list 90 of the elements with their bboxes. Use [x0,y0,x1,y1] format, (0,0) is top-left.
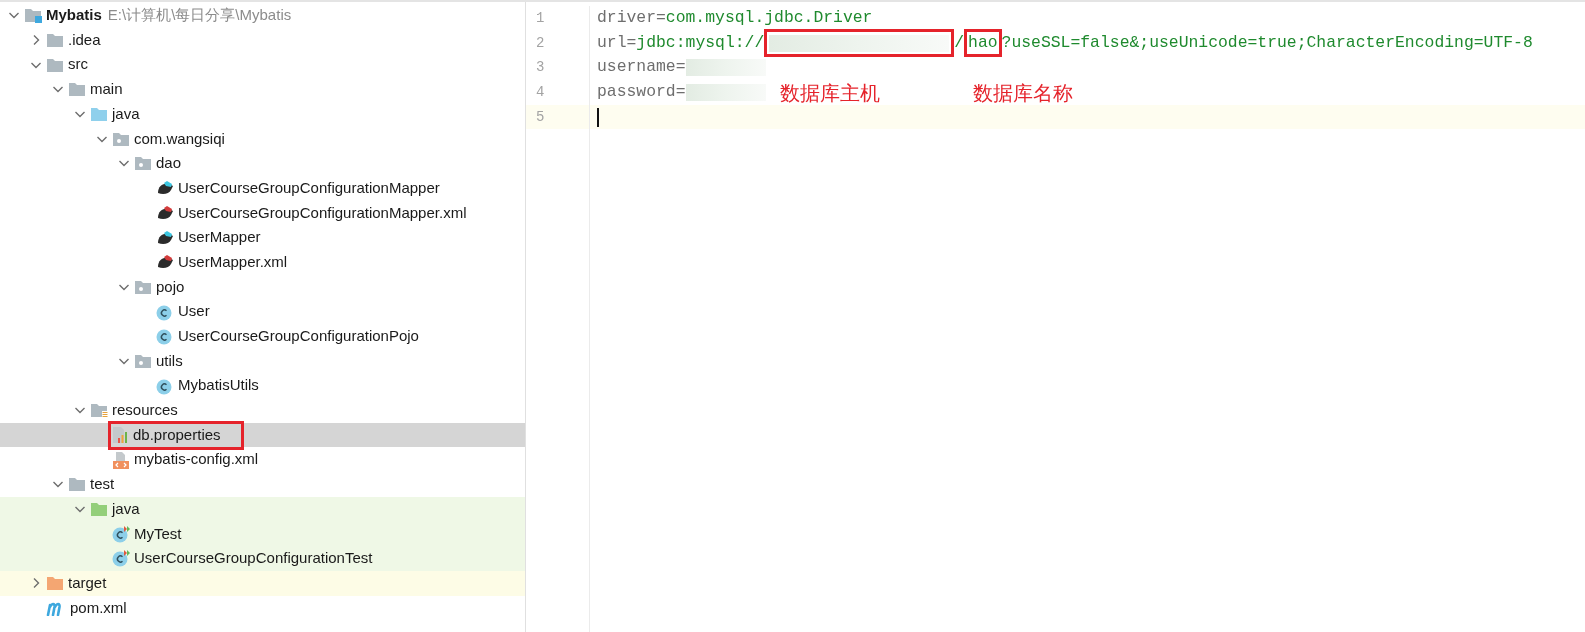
package-icon [134,352,152,369]
tree-item-label: MyTest [134,523,182,544]
tree-item-label: UserMapper [178,227,261,248]
folder-icon [68,81,86,98]
tree-item-label: resources [112,400,178,421]
annotation-label: 数据库主机 [780,81,880,106]
tree-item-label: utils [156,350,183,371]
bird-icon [156,229,174,246]
tree-item-label: UserCourseGroupConfigurationTest [134,548,373,569]
tree-item[interactable]: java [0,101,525,127]
tree-item-label: MybatisUtils [178,375,259,396]
tree-item[interactable]: .idea [0,27,525,53]
tree-item-label: test [90,474,115,495]
class-icon [112,524,130,543]
tree-item-label: UserCourseGroupConfigurationMapper [178,177,440,198]
tree-item[interactable]: dao [0,151,525,176]
tree-item[interactable]: UserCourseGroupConfigurationMapper [0,175,525,201]
tree-item[interactable]: pom.xml [0,595,525,621]
tree-item-label: UserMapper.xml [178,251,288,272]
project-path: E:\计算机\每日分享\Mybatis [107,5,292,26]
source-folder-icon [90,106,108,123]
line-number: 3 [536,58,545,78]
annotation-box: hao [964,29,1002,58]
tree-item[interactable]: UserMapper [0,225,525,250]
tree-item[interactable]: User [0,299,525,324]
tree-item[interactable]: target [0,570,525,596]
tree-item[interactable]: UserCourseGroupConfigurationMapper.xml [0,200,525,226]
package-icon [134,278,152,295]
tree-item-label: pojo [156,276,185,297]
project-folder-icon [24,7,42,24]
tree-item-label: User [178,301,210,322]
tree-item[interactable]: resources [0,398,525,423]
project-name: Mybatis [46,5,102,26]
tree-item-label: mybatis-config.xml [134,449,259,470]
resources-folder-icon [90,402,108,419]
tree-item[interactable]: pojo [0,274,525,300]
folder-icon [46,32,64,49]
tree-item[interactable]: UserMapper.xml [0,249,525,275]
tree-item[interactable]: com.wangsiqi [0,126,525,152]
tree-item[interactable]: utils [0,348,525,374]
tree-item[interactable]: MybatisUtils [0,373,525,398]
tree-item[interactable]: src [0,52,525,78]
tree-item[interactable]: MyTest [0,521,525,547]
excluded-folder-icon [46,575,64,592]
tree-item[interactable]: java [0,496,525,522]
bird-icon [156,180,174,197]
tree-item-label: dao [156,153,182,174]
class-icon [112,549,130,568]
class-icon [156,327,174,346]
tree-item-label: pom.xml [70,597,127,618]
tree-item-label: main [90,79,123,100]
line-number: 2 [536,33,545,53]
property-value: ?useSSL=false&;useUnicode=true;CharacterEncoding=UTF-8 [1001,31,1533,54]
properties-file-icon [112,426,130,445]
tree-item[interactable]: main [0,77,525,102]
line-number: 5 [536,107,545,127]
line-number: 1 [536,8,545,28]
tree-item-label: target [68,572,107,593]
folder-icon [46,56,64,73]
tree-item-label: java [112,498,140,519]
bird-icon [156,254,174,271]
tree-item[interactable]: mybatis-config.xml [0,447,525,473]
tree-item[interactable]: UserCourseGroupConfigurationTest [0,546,525,571]
property-key: username= [597,55,686,80]
tree-item[interactable]: UserCourseGroupConfigurationPojo [0,323,525,349]
property-value: jdbc:mysql:// [636,31,765,54]
line-number: 4 [536,82,545,102]
property-value: com.mysql.jdbc.Driver [665,7,873,30]
tree-item[interactable]: Mybatis E:\计算机\每日分享\Mybatis [0,3,525,28]
annotation-label: 数据库名称 [973,81,1073,106]
tree-item-label: .idea [68,29,101,50]
package-icon [112,130,130,147]
property-value: / [954,31,965,54]
tree-item[interactable]: db.properties [0,422,525,448]
property-key: url= [597,30,637,56]
tree-item-label: src [68,54,88,75]
text-cursor [597,107,599,127]
folder-icon [68,476,86,493]
tree-item-label: db.properties [133,424,221,445]
tree-item-label: com.wangsiqi [134,128,225,149]
tree-item-label: UserCourseGroupConfigurationMapper.xml [178,202,467,223]
bird-icon [156,204,174,221]
package-icon [134,155,152,172]
xml-file-icon [112,450,130,469]
property-key: driver= [597,6,666,31]
tree-item-label: java [112,103,140,124]
test-folder-icon [90,501,108,518]
property-key: password= [597,80,686,105]
tree-item[interactable]: test [0,472,525,497]
tree-item-label: UserCourseGroupConfigurationPojo [178,326,419,347]
